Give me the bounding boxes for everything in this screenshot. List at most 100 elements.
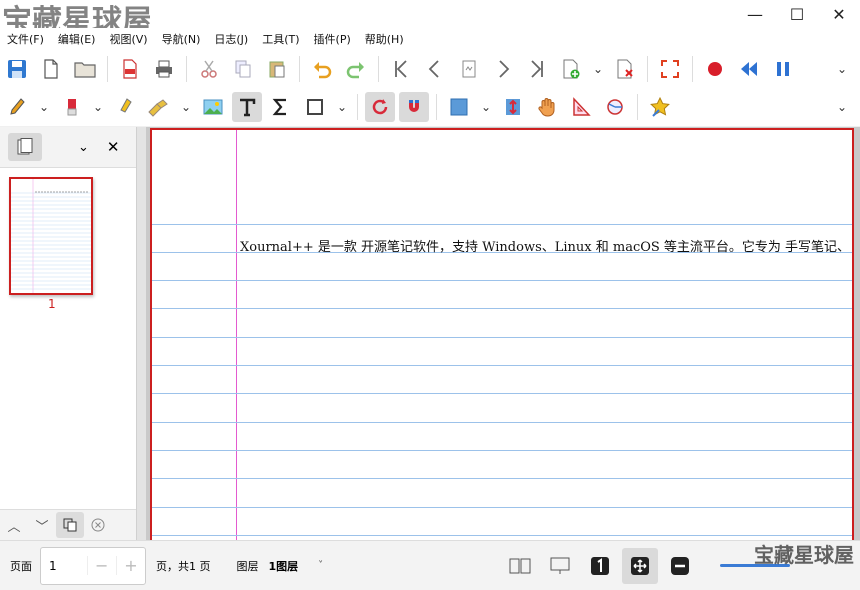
document-canvas[interactable]: Xournal++ 是一款 开源笔记软件，支持 Windows、Linux 和 … — [146, 127, 860, 540]
undo-icon[interactable] — [307, 54, 337, 84]
rule-line — [152, 422, 852, 423]
shapes-dropdown-icon[interactable]: ⌄ — [176, 92, 196, 122]
menu-file[interactable]: 文件(F) — [0, 31, 51, 47]
move-page-up-icon[interactable]: ︿ — [0, 512, 28, 538]
move-page-down-icon[interactable]: ﹀ — [28, 512, 56, 538]
rule-line — [152, 507, 852, 508]
toolbar-overflow-icon[interactable]: ⌄ — [832, 54, 852, 84]
highlighter-icon[interactable] — [110, 92, 140, 122]
toolbar-separator — [299, 56, 300, 82]
latex-sigma-icon[interactable] — [266, 92, 296, 122]
tools-toolbar: ⌄ ⌄ ⌄ ⌄ ⌄ ⌄ — [0, 88, 860, 126]
menu-edit[interactable]: 编辑(E) — [51, 31, 103, 47]
grid-snap-magnet-icon[interactable] — [399, 92, 429, 122]
sidebar-splitter[interactable] — [137, 127, 146, 540]
layer-dropdown-icon[interactable]: ˅ — [318, 560, 323, 571]
text-tool-icon[interactable] — [232, 92, 262, 122]
save-icon[interactable] — [2, 54, 32, 84]
zoom-100-icon[interactable] — [582, 548, 618, 584]
goto-page-icon[interactable] — [454, 54, 484, 84]
menu-journal[interactable]: 日志(J) — [207, 31, 255, 47]
copy-page-icon[interactable] — [56, 512, 84, 538]
eraser-icon[interactable] — [56, 92, 86, 122]
rule-line — [152, 535, 852, 536]
toolbar-separator — [378, 56, 379, 82]
sidebar-dropdown-icon[interactable]: ⌄ — [78, 140, 89, 155]
pen-icon[interactable] — [2, 92, 32, 122]
menu-plugins[interactable]: 插件(P) — [307, 31, 358, 47]
cut-icon[interactable] — [194, 54, 224, 84]
fill-color-icon[interactable] — [444, 92, 474, 122]
dual-page-icon[interactable] — [502, 548, 538, 584]
toolbar2-overflow-icon[interactable]: ⌄ — [832, 92, 852, 122]
previous-page-icon[interactable] — [420, 54, 450, 84]
close-button[interactable]: ✕ — [818, 0, 860, 28]
first-page-icon[interactable] — [386, 54, 416, 84]
add-page-dropdown-icon[interactable]: ⌄ — [588, 54, 608, 84]
open-folder-icon[interactable] — [70, 54, 100, 84]
page-thumbnail[interactable] — [9, 177, 93, 295]
add-page-icon[interactable] — [556, 54, 586, 84]
toolbar-separator — [637, 94, 638, 120]
page-decrement-icon[interactable]: − — [86, 556, 116, 575]
watermark-bottom: 宝藏星球屋 — [754, 543, 854, 567]
compass-icon[interactable] — [600, 92, 630, 122]
last-page-icon[interactable] — [522, 54, 552, 84]
ruler-icon[interactable] — [144, 92, 174, 122]
zoom-out-icon[interactable] — [662, 548, 698, 584]
presentation-mode-icon[interactable] — [542, 548, 578, 584]
record-icon[interactable] — [700, 54, 730, 84]
zoom-fit-icon[interactable] — [622, 547, 658, 584]
pause-icon[interactable] — [768, 54, 798, 84]
print-icon[interactable] — [149, 54, 179, 84]
rule-line — [152, 365, 852, 366]
minimize-button[interactable]: — — [734, 0, 776, 28]
pen-dropdown-icon[interactable]: ⌄ — [34, 92, 54, 122]
menu-view[interactable]: 视图(V) — [102, 31, 154, 47]
sidebar-footer: ︿ ﹀ — [0, 509, 136, 540]
page-increment-icon[interactable]: + — [115, 556, 145, 575]
rule-line — [152, 308, 852, 309]
page-previews-button[interactable] — [8, 133, 42, 161]
select-dropdown-icon[interactable]: ⌄ — [332, 92, 352, 122]
page-total: 页，共1 页 — [156, 559, 211, 573]
menu-navigation[interactable]: 导航(N) — [155, 31, 208, 47]
toolbar-separator — [436, 94, 437, 120]
thumbnail-page-number: 1 — [48, 297, 56, 311]
rule-line — [152, 280, 852, 281]
hand-icon[interactable] — [532, 92, 562, 122]
new-document-icon[interactable] — [36, 54, 66, 84]
delete-page-icon[interactable] — [610, 54, 640, 84]
paste-icon[interactable] — [262, 54, 292, 84]
copy-icon[interactable] — [228, 54, 258, 84]
export-pdf-icon[interactable] — [115, 54, 145, 84]
page-spinbox[interactable]: 1 − + — [40, 546, 146, 585]
note-text[interactable]: Xournal++ 是一款 开源笔记软件，支持 Windows、Linux 和 … — [240, 236, 850, 255]
toolbar-separator — [186, 56, 187, 82]
toolbar-separator — [692, 56, 693, 82]
fullscreen-icon[interactable] — [655, 54, 685, 84]
sidebar-close-icon[interactable]: ✕ — [107, 138, 120, 156]
menu-help[interactable]: 帮助(H) — [358, 31, 411, 47]
page-number-input[interactable]: 1 — [41, 559, 87, 573]
rotation-snap-icon[interactable] — [365, 92, 395, 122]
status-bar: 页面 1 − + 页，共1 页 图层 1图层 ˅ 宝藏星球屋 — [0, 540, 860, 590]
rule-line — [152, 478, 852, 479]
page-label: 页面 — [10, 559, 32, 573]
vertical-space-icon[interactable] — [498, 92, 528, 122]
color-dropdown-icon[interactable]: ⌄ — [476, 92, 496, 122]
ruled-page[interactable]: Xournal++ 是一款 开源笔记软件，支持 Windows、Linux 和 … — [150, 128, 854, 540]
menu-tools[interactable]: 工具(T) — [255, 31, 306, 47]
next-page-icon[interactable] — [488, 54, 518, 84]
sidebar-header: ⌄ ✕ — [0, 127, 136, 168]
redo-icon[interactable] — [341, 54, 371, 84]
default-tool-star-icon[interactable] — [645, 92, 675, 122]
eraser-dropdown-icon[interactable]: ⌄ — [88, 92, 108, 122]
select-rect-icon[interactable] — [300, 92, 330, 122]
maximize-button[interactable]: ☐ — [776, 0, 818, 28]
set-square-icon[interactable] — [566, 92, 596, 122]
image-icon[interactable] — [198, 92, 228, 122]
rewind-icon[interactable] — [734, 54, 764, 84]
delete-page-circle-icon[interactable] — [84, 512, 112, 538]
layer-value[interactable]: 1图层 — [269, 558, 299, 574]
